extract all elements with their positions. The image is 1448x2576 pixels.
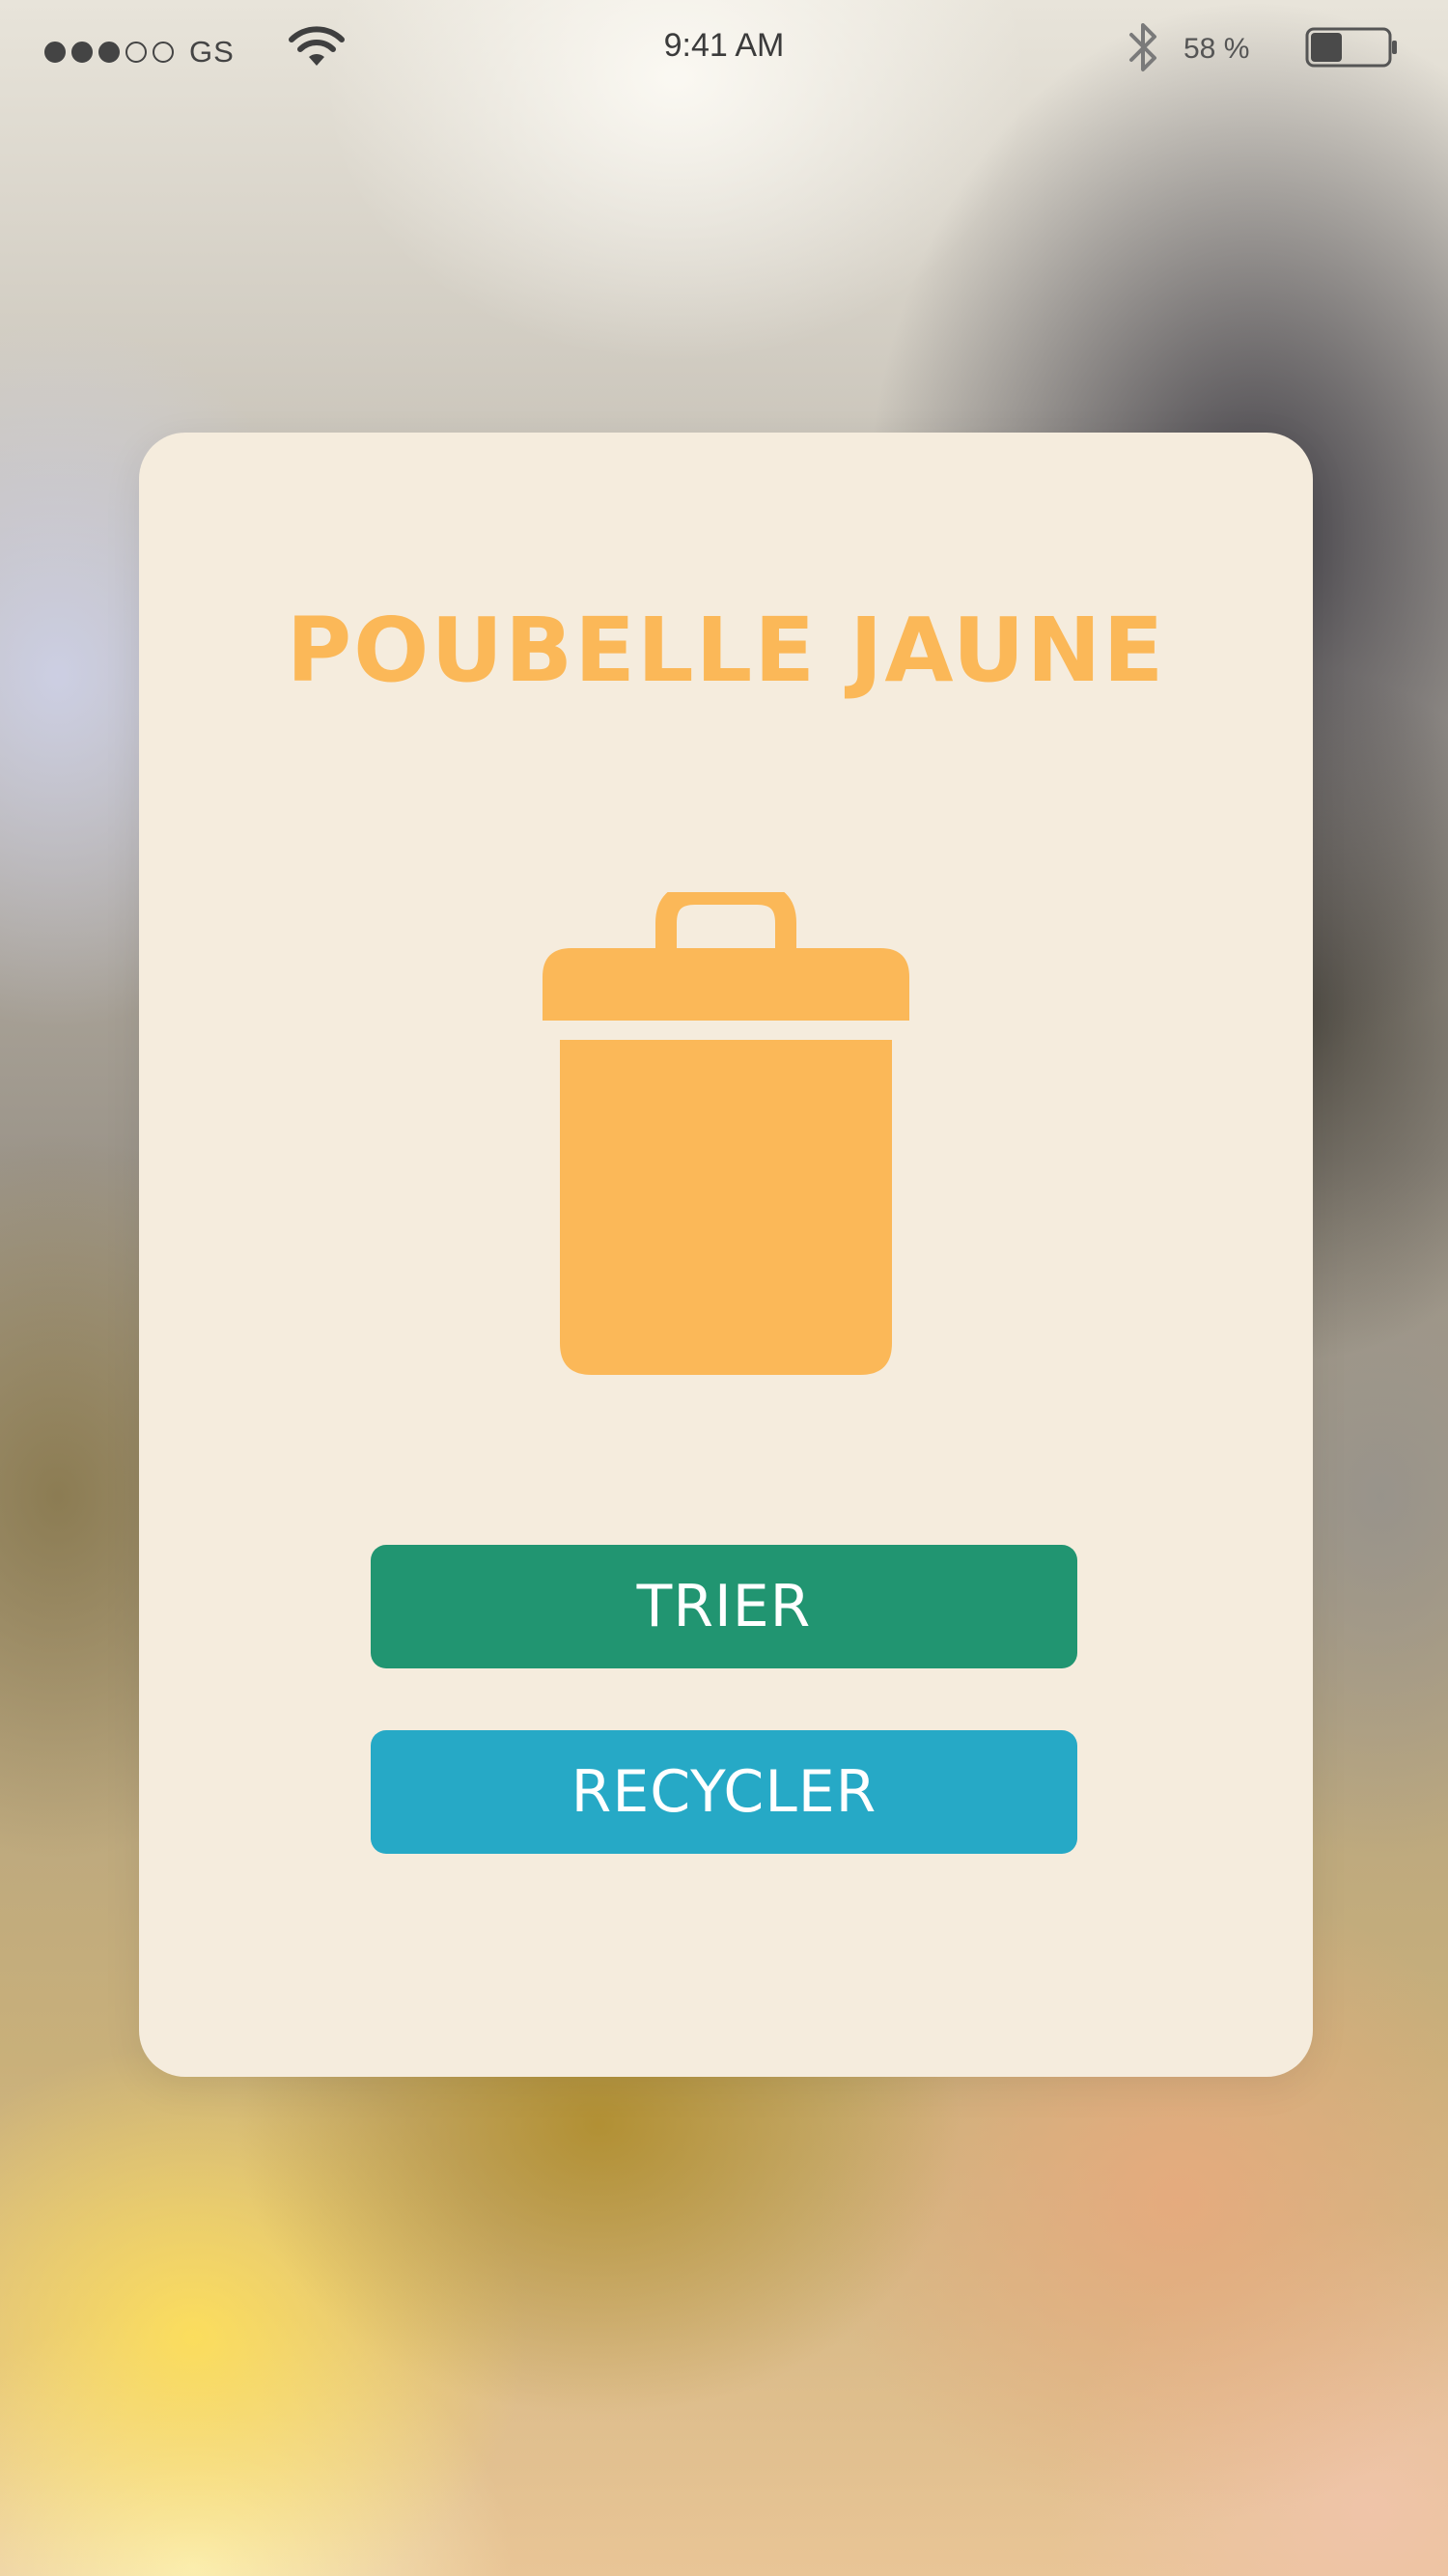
trier-button[interactable]: TRIER xyxy=(371,1545,1077,1668)
bluetooth-icon xyxy=(1129,23,1156,71)
battery-fill xyxy=(1311,33,1342,62)
recycler-button[interactable]: RECYCLER xyxy=(371,1730,1077,1854)
battery-percent: 58 % xyxy=(1183,33,1250,65)
battery-icon xyxy=(1305,27,1397,68)
trash-can-icon xyxy=(543,892,909,1375)
bin-card: POUBELLE JAUNE TRIER RECYCLER xyxy=(139,433,1313,2077)
card-title: POUBELLE JAUNE xyxy=(286,599,1166,702)
status-bar: GS 9:41 AM 58 % xyxy=(0,0,1448,97)
